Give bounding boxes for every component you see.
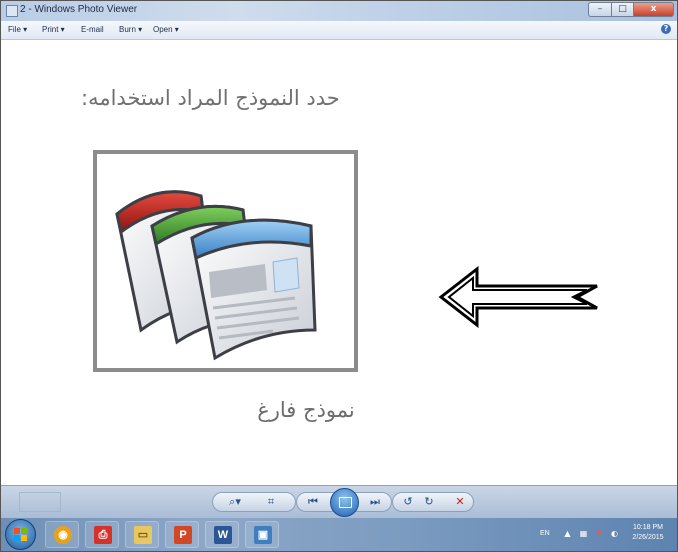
show-hidden-icons[interactable]: ▲ <box>563 529 572 538</box>
template-image-frame <box>93 150 358 372</box>
title-bar[interactable]: 2 - Windows Photo Viewer – □ x <box>1 1 677 21</box>
next-icon[interactable]: ⏭ <box>367 494 383 510</box>
action-center-icon[interactable]: ⚑ <box>595 529 604 538</box>
previous-icon[interactable]: ⏮ <box>305 494 321 510</box>
windows-logo-icon <box>14 528 27 541</box>
zoom-group <box>212 492 296 512</box>
left-arrow-icon <box>438 266 598 328</box>
clock-time[interactable]: 10:18 PM <box>625 524 671 531</box>
window-controls: – □ x <box>588 2 674 17</box>
slide-title: حدد النموذج المراد استخدامه: <box>81 86 340 110</box>
slideshow-icon <box>339 497 352 508</box>
menu-open[interactable]: Open ▾ <box>153 25 179 34</box>
start-button[interactable] <box>5 519 36 550</box>
menu-bar: File ▾ Print ▾ E-mail Burn ▾ Open ▾ ? <box>1 21 677 40</box>
pdf-icon: ⎙ <box>94 526 112 544</box>
photo-canvas: حدد النموذج المراد استخدامه: نموذج فارغ <box>1 40 677 485</box>
language-indicator[interactable]: EN <box>540 530 550 537</box>
rotate-ccw-icon[interactable]: ↺ <box>400 494 416 510</box>
taskbar-explorer[interactable]: ▭ <box>125 521 159 548</box>
delete-icon[interactable]: ✕ <box>452 494 468 510</box>
rotate-cw-icon[interactable]: ↻ <box>421 494 437 510</box>
clock-date[interactable]: 2/26/2015 <box>625 534 671 541</box>
windows-taskbar: ◉ ⎙ ▭ P W ▣ EN ▲ ▦ ⚑ ◐ 10:18 PM 2/26/201… <box>1 518 677 551</box>
folder-icon: ▭ <box>134 526 152 544</box>
window-title: 2 - Windows Photo Viewer <box>20 4 138 15</box>
close-button[interactable]: x <box>634 2 674 17</box>
template-caption: نموذج فارغ <box>257 398 355 422</box>
blank-template-icon <box>115 190 317 361</box>
photo-viewer-window: 2 - Windows Photo Viewer – □ x File ▾ Pr… <box>0 0 678 552</box>
photo-viewer-icon: ▣ <box>254 526 272 544</box>
network-icon[interactable]: ▦ <box>579 529 588 538</box>
menu-email[interactable]: E-mail <box>81 25 104 34</box>
taskbar-word[interactable]: W <box>205 521 239 548</box>
taskbar-pdf[interactable]: ⎙ <box>85 521 119 548</box>
maximize-button[interactable]: □ <box>612 2 634 17</box>
photo-viewer-app-icon <box>6 5 18 17</box>
zoom-icon[interactable]: ⌕▾ <box>227 494 243 510</box>
ghost-thumbnail <box>19 492 61 512</box>
taskbar-photo-viewer[interactable]: ▣ <box>245 521 279 548</box>
menu-print[interactable]: Print ▾ <box>42 25 65 34</box>
taskbar-powerpoint[interactable]: P <box>165 521 199 548</box>
minimize-button[interactable]: – <box>588 2 612 17</box>
help-icon[interactable]: ? <box>661 24 671 34</box>
menu-burn[interactable]: Burn ▾ <box>119 25 142 34</box>
volume-icon[interactable]: ◐ <box>610 529 619 538</box>
slideshow-button[interactable] <box>330 488 359 517</box>
actual-size-icon[interactable]: ⌗ <box>263 494 279 510</box>
word-icon: W <box>214 526 232 544</box>
menu-file[interactable]: File ▾ <box>8 25 27 34</box>
taskbar-chrome[interactable]: ◉ <box>45 521 79 548</box>
chrome-icon: ◉ <box>54 526 72 544</box>
powerpoint-icon: P <box>174 526 192 544</box>
